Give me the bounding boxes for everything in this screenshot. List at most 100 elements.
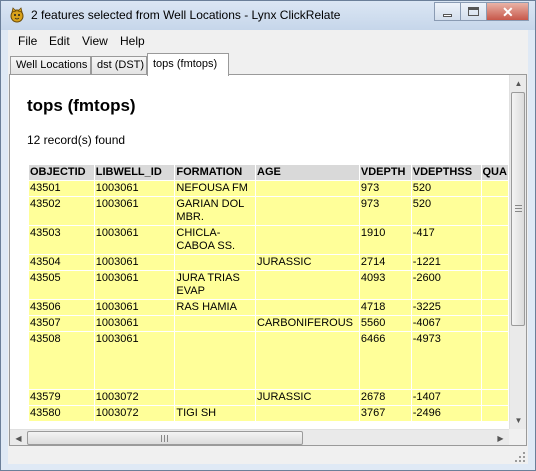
cell-age [256, 226, 359, 254]
cell-vdepthss: -1221 [411, 255, 481, 270]
cell-vdepthss: 520 [411, 181, 481, 196]
cell-libwell-id: 1003061 [94, 300, 175, 315]
cell-vdepth: 973 [359, 181, 411, 196]
column-header-age[interactable]: AGE [256, 165, 359, 180]
cell-objectid: 43502 [29, 197, 94, 225]
cell-vdepth: 973 [359, 197, 411, 225]
cell-formation: NEFOUSA FM [175, 181, 256, 196]
scroll-down-arrow-icon[interactable]: ▼ [510, 412, 526, 429]
maximize-icon [468, 7, 479, 16]
cell-vdepthss: -2496 [411, 406, 481, 421]
cell-age: CARBONIFEROUS [256, 316, 359, 331]
table-row[interactable]: 43505 1003061 JURA TRIAS EVAP 4093 -2600 [29, 271, 508, 299]
cell-qua [481, 197, 508, 225]
cell-libwell-id: 1003061 [94, 255, 175, 270]
close-button[interactable]: ✕ [486, 2, 529, 21]
resize-grip-icon[interactable] [514, 451, 526, 463]
cell-formation: JURA TRIAS EVAP [175, 271, 256, 299]
cell-objectid: 43507 [29, 316, 94, 331]
cell-age [256, 271, 359, 299]
cell-formation [175, 316, 256, 331]
cell-age [256, 332, 359, 389]
cell-vdepth: 6466 [359, 332, 411, 389]
cell-vdepthss: -417 [411, 226, 481, 254]
cell-objectid: 43580 [29, 406, 94, 421]
cell-objectid: 43505 [29, 271, 94, 299]
cell-objectid: 43503 [29, 226, 94, 254]
grip-line [161, 435, 162, 442]
cell-age [256, 181, 359, 196]
client-area: File Edit View Help Well Locations dst (… [8, 30, 528, 464]
cell-libwell-id: 1003061 [94, 316, 175, 331]
tab-dst[interactable]: dst (DST) [91, 56, 147, 75]
cell-libwell-id: 1003061 [94, 332, 175, 389]
table-row[interactable]: 43508 1003061 6466 -4973 [29, 332, 508, 389]
cell-libwell-id: 1003061 [94, 226, 175, 254]
cell-vdepthss: 520 [411, 197, 481, 225]
menu-view[interactable]: View [82, 34, 108, 48]
menu-file[interactable]: File [18, 34, 37, 48]
vertical-scrollbar[interactable]: ▲ ▼ [509, 75, 526, 429]
scroll-left-arrow-icon[interactable]: ◀ [10, 430, 27, 445]
cell-vdepth: 4718 [359, 300, 411, 315]
minimize-icon [443, 14, 452, 17]
caption-buttons: ✕ [434, 2, 529, 21]
cell-formation: CHICLA-CABOA SS. [175, 226, 256, 254]
scroll-right-arrow-icon[interactable]: ▶ [492, 430, 509, 445]
records-table: OBJECTID LIBWELL_ID FORMATION AGE VDEPTH… [28, 164, 509, 422]
tab-tops[interactable]: tops (fmtops) [147, 53, 229, 76]
table-row[interactable]: 43507 1003061 CARBONIFEROUS 5560 -4067 [29, 316, 508, 331]
cell-libwell-id: 1003072 [94, 390, 175, 405]
menu-help[interactable]: Help [120, 34, 145, 48]
table-row[interactable]: 43504 1003061 JURASSIC 2714 -1221 [29, 255, 508, 270]
cell-vdepth: 1910 [359, 226, 411, 254]
lynx-icon [10, 7, 24, 23]
column-header-vdepthss[interactable]: VDEPTHSS [411, 165, 481, 180]
grip-line [515, 208, 522, 209]
cell-age: JURASSIC [256, 390, 359, 405]
cell-objectid: 43579 [29, 390, 94, 405]
scroll-up-arrow-icon[interactable]: ▲ [510, 75, 526, 92]
vertical-scroll-thumb[interactable] [511, 92, 525, 326]
table-row[interactable]: 43502 1003061 GARIAN DOL MBR. 973 520 [29, 197, 508, 225]
table-row[interactable]: 43501 1003061 NEFOUSA FM 973 520 [29, 181, 508, 196]
tab-well-locations[interactable]: Well Locations [10, 56, 91, 75]
column-header-libwell-id[interactable]: LIBWELL_ID [94, 165, 175, 180]
cell-formation: GARIAN DOL MBR. [175, 197, 256, 225]
table-row[interactable]: 43580 1003072 TIGI SH 3767 -2496 [29, 406, 508, 421]
cell-formation [175, 255, 256, 270]
table-row[interactable]: 43503 1003061 CHICLA-CABOA SS. 1910 -417 [29, 226, 508, 254]
cell-qua [481, 271, 508, 299]
status-bar [8, 450, 528, 464]
cell-vdepth: 2714 [359, 255, 411, 270]
cell-formation: RAS HAMIA [175, 300, 256, 315]
grip-line [515, 211, 522, 212]
cell-objectid: 43504 [29, 255, 94, 270]
column-header-objectid[interactable]: OBJECTID [29, 165, 94, 180]
close-icon: ✕ [502, 4, 514, 20]
horizontal-scroll-thumb[interactable] [27, 431, 303, 445]
cell-formation [175, 390, 256, 405]
cell-qua [481, 226, 508, 254]
cell-vdepth: 4093 [359, 271, 411, 299]
app-window: 2 features selected from Well Locations … [0, 0, 536, 471]
cell-objectid: 43501 [29, 181, 94, 196]
title-bar[interactable]: 2 features selected from Well Locations … [1, 1, 535, 30]
maximize-button[interactable] [460, 2, 486, 21]
cell-qua [481, 300, 508, 315]
minimize-button[interactable] [434, 2, 460, 21]
table-row[interactable]: 43579 1003072 JURASSIC 2678 -1407 [29, 390, 508, 405]
cell-vdepth: 5560 [359, 316, 411, 331]
cell-vdepthss: -3225 [411, 300, 481, 315]
column-header-vdepth[interactable]: VDEPTH [359, 165, 411, 180]
horizontal-scrollbar[interactable]: ◀ ▶ [10, 429, 509, 445]
menu-edit[interactable]: Edit [49, 34, 70, 48]
cell-formation: TIGI SH [175, 406, 256, 421]
column-header-qua[interactable]: QUA [481, 165, 508, 180]
column-header-formation[interactable]: FORMATION [175, 165, 256, 180]
cell-objectid: 43506 [29, 300, 94, 315]
cell-qua [481, 406, 508, 421]
table-row[interactable]: 43506 1003061 RAS HAMIA 4718 -3225 [29, 300, 508, 315]
cell-age: JURASSIC [256, 255, 359, 270]
grip-line [167, 435, 168, 442]
